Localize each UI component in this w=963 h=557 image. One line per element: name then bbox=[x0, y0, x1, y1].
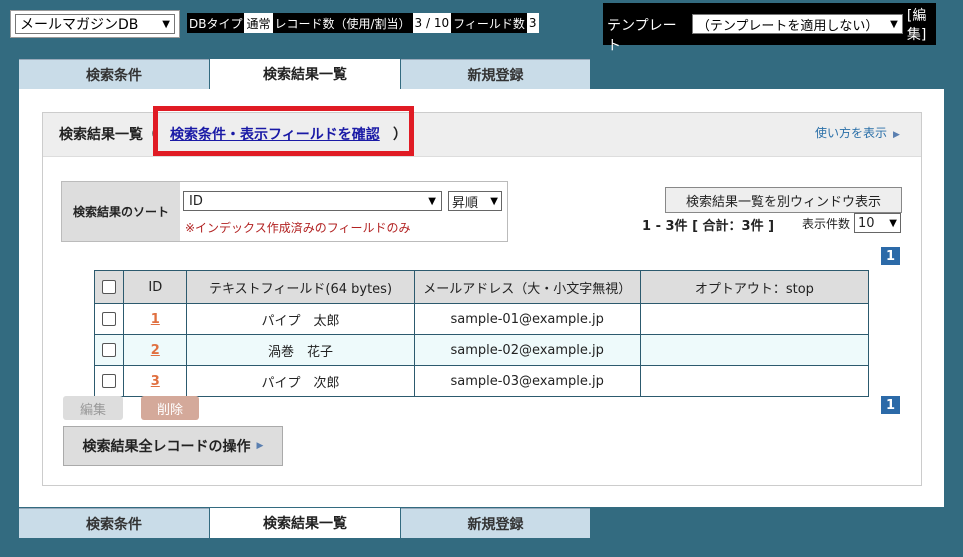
tab-search-conditions[interactable]: 検索条件 bbox=[19, 59, 209, 89]
db-type-label: DBタイプ bbox=[187, 13, 245, 33]
per-page-select[interactable]: 10 ▼ bbox=[854, 213, 901, 233]
chevron-down-icon: ▼ bbox=[490, 195, 498, 207]
sort-field-value: ID bbox=[189, 193, 203, 209]
db-selector[interactable]: メールマガジンDB ▼ bbox=[10, 10, 180, 38]
tab-new-record[interactable]: 新規登録 bbox=[401, 59, 590, 89]
highlight-box bbox=[153, 106, 414, 156]
db-type-value: 通常 bbox=[244, 13, 273, 33]
triangle-right-icon: ▶ bbox=[893, 130, 900, 140]
id-cell: 3 bbox=[123, 365, 188, 397]
template-edit-link[interactable]: [編集] bbox=[907, 7, 932, 45]
tab-label: 検索条件 bbox=[86, 67, 142, 84]
delete-button[interactable]: 削除 bbox=[141, 396, 199, 420]
column-header[interactable]: オプトアウト：stop bbox=[639, 270, 870, 304]
edit-button[interactable]: 編集 bbox=[63, 396, 123, 420]
usage-link[interactable]: 使い方を表示 ▶ bbox=[815, 124, 900, 141]
tab-search-conditions-bottom[interactable]: 検索条件 bbox=[19, 508, 209, 538]
sort-order-select[interactable]: 昇順 ▼ bbox=[448, 191, 502, 211]
select-all-checkbox[interactable] bbox=[102, 280, 117, 294]
text-cell: パイプ 太郎 bbox=[186, 303, 415, 335]
field-count-label: フィールド数 bbox=[451, 13, 527, 33]
results-title: 検索結果一覧（ bbox=[59, 124, 157, 144]
record-id-link[interactable]: 2 bbox=[151, 343, 160, 358]
id-cell: 1 bbox=[123, 303, 188, 335]
table-row: 1 パイプ 太郎 sample-01@example.jp bbox=[93, 303, 870, 335]
template-label: テンプレート bbox=[607, 18, 677, 54]
record-id-link[interactable]: 1 bbox=[151, 312, 160, 327]
db-info-bar: DBタイプ 通常 レコード数（使用/割当） 3 / 10 フィールド数 3 bbox=[187, 13, 539, 33]
column-header[interactable]: メールアドレス（大・小文字無視） bbox=[413, 270, 641, 304]
record-id-link[interactable]: 3 bbox=[151, 374, 160, 389]
row-select-cell bbox=[93, 334, 125, 366]
sort-note: ※インデックス作成済みのフィールドのみ bbox=[185, 221, 411, 235]
tab-label: 検索結果一覧 bbox=[263, 67, 347, 83]
optout-cell bbox=[639, 334, 870, 366]
chevron-down-icon: ▼ bbox=[428, 195, 436, 207]
text-cell: パイプ 次郎 bbox=[186, 365, 415, 397]
page-number-bottom[interactable]: 1 bbox=[881, 396, 900, 414]
tab-label: 新規登録 bbox=[467, 67, 524, 84]
open-results-window-button[interactable]: 検索結果一覧を別ウィンドウ表示 bbox=[665, 187, 902, 213]
chevron-down-icon: ▼ bbox=[162, 18, 170, 30]
email-cell: sample-03@example.jp bbox=[413, 365, 641, 397]
field-count-value: 3 bbox=[526, 13, 539, 33]
page-number-top[interactable]: 1 bbox=[881, 247, 900, 265]
sort-order-value: 昇順 bbox=[452, 195, 479, 211]
table-header-row: ID テキストフィールド(64 bytes) メールアドレス（大・小文字無視） … bbox=[93, 270, 870, 304]
row-checkbox[interactable] bbox=[102, 343, 117, 357]
text-cell: 渦巻 花子 bbox=[186, 334, 415, 366]
tab-label: 検索結果一覧 bbox=[263, 516, 347, 532]
chevron-down-icon: ▼ bbox=[889, 217, 897, 229]
record-count-label: レコード数（使用/割当） bbox=[272, 13, 413, 33]
column-header[interactable]: テキストフィールド(64 bytes) bbox=[186, 270, 415, 304]
tab-new-record-bottom[interactable]: 新規登録 bbox=[401, 508, 590, 538]
tab-search-results[interactable]: 検索結果一覧 bbox=[210, 59, 400, 89]
db-selector-value: メールマガジンDB bbox=[20, 17, 139, 33]
sort-label: 検索結果のソート bbox=[62, 182, 180, 241]
usage-link-text: 使い方を表示 bbox=[815, 126, 888, 140]
row-checkbox[interactable] bbox=[102, 374, 117, 388]
sort-field-select[interactable]: ID ▼ bbox=[183, 191, 442, 211]
row-checkbox[interactable] bbox=[102, 312, 117, 326]
row-select-cell bbox=[93, 365, 125, 397]
per-page-value: 10 bbox=[858, 215, 875, 231]
triangle-right-icon: ▶ bbox=[256, 441, 264, 451]
all-records-operations-label: 検索結果全レコードの操作 bbox=[82, 439, 251, 455]
all-records-operations-button[interactable]: 検索結果全レコードの操作 ▶ bbox=[63, 426, 283, 466]
record-count-value: 3 / 10 bbox=[412, 13, 452, 33]
table-row: 3 パイプ 次郎 sample-03@example.jp bbox=[93, 365, 870, 397]
id-cell: 2 bbox=[123, 334, 188, 366]
email-cell: sample-02@example.jp bbox=[413, 334, 641, 366]
per-page-label: 表示件数 bbox=[802, 217, 851, 231]
chevron-down-icon: ▼ bbox=[890, 18, 898, 30]
email-cell: sample-01@example.jp bbox=[413, 303, 641, 335]
results-table: ID テキストフィールド(64 bytes) メールアドレス（大・小文字無視） … bbox=[93, 270, 870, 397]
select-all-cell bbox=[93, 270, 125, 304]
results-title-text: 検索結果一覧 bbox=[59, 127, 143, 143]
template-select-value: （テンプレートを適用しない） bbox=[696, 18, 879, 34]
optout-cell bbox=[639, 303, 870, 335]
result-count: 1 - 3件 [ 合計：3件 ] bbox=[642, 219, 775, 234]
column-header[interactable]: ID bbox=[123, 270, 188, 304]
tab-label: 検索条件 bbox=[86, 516, 142, 533]
template-select[interactable]: （テンプレートを適用しない） ▼ bbox=[691, 14, 903, 34]
template-bar: テンプレート （テンプレートを適用しない） ▼ [編集] bbox=[603, 3, 936, 54]
optout-cell bbox=[639, 365, 870, 397]
row-select-cell bbox=[93, 303, 125, 335]
table-row: 2 渦巻 花子 sample-02@example.jp bbox=[93, 334, 870, 366]
tab-label: 新規登録 bbox=[467, 516, 524, 533]
tab-search-results-bottom[interactable]: 検索結果一覧 bbox=[210, 508, 400, 538]
